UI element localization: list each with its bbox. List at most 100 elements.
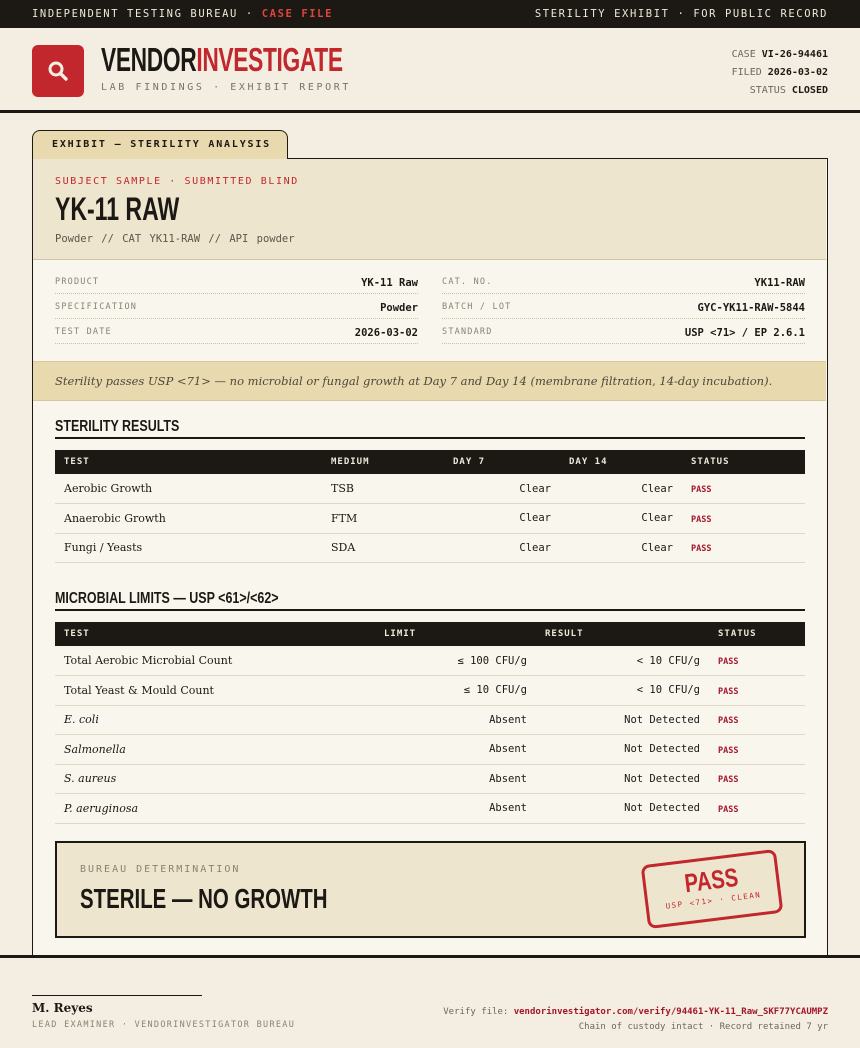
status-badge: PASS bbox=[718, 745, 739, 756]
verify-link[interactable]: vendorinvestigator.com/verify/94461-YK-1… bbox=[514, 1007, 828, 1017]
status-badge: PASS bbox=[718, 657, 739, 667]
filed-date: 2026-03-02 bbox=[767, 67, 828, 78]
table-row: Fungi / Yeasts SDA Clear Clear PASS bbox=[55, 533, 805, 563]
verify-label: Verify file: bbox=[443, 1007, 509, 1017]
summary-banner: Sterility passes USP <71> — no microbial… bbox=[33, 361, 826, 401]
sample-title-text: YK-11 RAW bbox=[55, 191, 180, 227]
sterility-section: STERILITY RESULTS TEST MEDIUM DAY 7 DAY … bbox=[55, 415, 805, 563]
cell-limit: Absent bbox=[375, 793, 536, 824]
cell-day14: Clear bbox=[560, 533, 682, 563]
cell-test: Anaerobic Growth bbox=[55, 503, 322, 534]
spec-key: SPECIFICATION bbox=[55, 302, 138, 312]
cell-test: Fungi / Yeasts bbox=[55, 533, 322, 563]
spec-key: STANDARD bbox=[442, 327, 493, 337]
sterility-title: STERILITY RESULTS bbox=[55, 415, 805, 439]
col-test: TEST bbox=[55, 450, 322, 474]
spec-value: GYC-YK11-RAW-5844 bbox=[697, 302, 805, 314]
exhibit-card: SUBJECT SAMPLE · SUBMITTED BLIND YK-11 R… bbox=[32, 158, 828, 956]
col-status: STATUS bbox=[709, 622, 805, 646]
top-bar-left: INDEPENDENT TESTING BUREAU · CASE FILE bbox=[32, 8, 333, 20]
case-file-label: CASE FILE bbox=[261, 8, 334, 20]
spec-product: PRODUCT YK-11 Raw bbox=[55, 269, 418, 294]
signature-line bbox=[32, 995, 202, 996]
table-row: E. coli Absent Not Detected PASS bbox=[55, 705, 805, 735]
cell-medium: TSB bbox=[322, 474, 444, 504]
case-info: CASE VI-26-94461 FILED 2026-03-02 STATUS… bbox=[732, 46, 828, 100]
cell-limit: Absent bbox=[375, 734, 536, 765]
col-result: RESULT bbox=[536, 622, 709, 646]
subject-panel: SUBJECT SAMPLE · SUBMITTED BLIND YK-11 R… bbox=[33, 159, 826, 260]
col-test: TEST bbox=[55, 622, 375, 646]
cell-limit: Absent bbox=[375, 705, 536, 735]
cell-day14: Clear bbox=[560, 474, 682, 504]
spec-value: USP <71> / EP 2.6.1 bbox=[684, 327, 805, 339]
status-badge: PASS bbox=[691, 514, 712, 525]
sterility-title-text: STERILITY RESULTS bbox=[55, 418, 180, 435]
logo bbox=[32, 45, 84, 97]
cell-test: P. aeruginosa bbox=[55, 793, 375, 824]
col-day14: DAY 14 bbox=[560, 450, 682, 474]
table-row: Anaerobic Growth FTM Clear Clear PASS bbox=[55, 503, 805, 534]
spec-key: TEST DATE bbox=[55, 327, 112, 337]
microbial-title: MICROBIAL LIMITS — USP <61>/<62> bbox=[55, 587, 805, 611]
status-badge: PASS bbox=[718, 716, 739, 727]
filed-label: FILED bbox=[731, 67, 762, 78]
table-row: P. aeruginosa Absent Not Detected PASS bbox=[55, 793, 805, 824]
verify-block: Verify file: vendorinvestigator.com/veri… bbox=[443, 1005, 828, 1035]
spec-key: PRODUCT bbox=[55, 277, 100, 287]
pass-stamp: PASS USP <71> · CLEAN bbox=[640, 848, 784, 930]
case-label: CASE bbox=[731, 49, 756, 60]
col-day7: DAY 7 bbox=[444, 450, 560, 474]
brand-part-1: VENDOR bbox=[101, 41, 197, 78]
bureau-label: INDEPENDENT TESTING BUREAU · bbox=[32, 8, 262, 20]
table-row: S. aureus Absent Not Detected PASS bbox=[55, 764, 805, 794]
case-status: CLOSED bbox=[791, 85, 828, 96]
status-label: STATUS bbox=[749, 85, 786, 96]
sample-meta: Powder // CAT YK11-RAW // API powder bbox=[55, 233, 295, 245]
spec-value: 2026-03-02 bbox=[354, 327, 418, 339]
cell-test: S. aureus bbox=[55, 764, 375, 794]
cell-test: Salmonella bbox=[55, 734, 375, 765]
case-number: VI-26-94461 bbox=[761, 49, 828, 60]
spec-test-date: TEST DATE 2026-03-02 bbox=[55, 319, 418, 344]
cell-day7: Clear bbox=[444, 474, 560, 504]
cell-day14: Clear bbox=[560, 503, 682, 534]
microbial-table: TEST LIMIT RESULT STATUS Total Aerobic M… bbox=[55, 622, 805, 824]
table-header: TEST LIMIT RESULT STATUS bbox=[55, 622, 805, 646]
col-status: STATUS bbox=[682, 450, 805, 474]
spec-cat-no: CAT. NO. YK11-RAW bbox=[442, 269, 805, 294]
status-badge: PASS bbox=[691, 544, 712, 555]
microbial-title-text: MICROBIAL LIMITS — USP <61>/<62> bbox=[55, 590, 279, 607]
spec-value: YK11-RAW bbox=[754, 277, 805, 289]
cell-result: < 10 CFU/g bbox=[536, 646, 709, 676]
signer-name: M. Reyes bbox=[32, 1001, 93, 1015]
magnifier-icon bbox=[48, 61, 68, 81]
spec-key: BATCH / LOT bbox=[442, 302, 512, 312]
verdict-text: STERILE — NO GROWTH bbox=[80, 883, 328, 914]
cell-test: E. coli bbox=[55, 705, 375, 735]
brand-subtitle: LAB FINDINGS · EXHIBIT REPORT bbox=[101, 82, 351, 93]
status-badge: PASS bbox=[718, 775, 739, 786]
cell-medium: SDA bbox=[322, 533, 444, 563]
brand-part-2: INVESTIGATE bbox=[196, 41, 343, 78]
status-badge: PASS bbox=[691, 485, 712, 495]
cell-result: Not Detected bbox=[536, 764, 709, 794]
microbial-section: MICROBIAL LIMITS — USP <61>/<62> TEST LI… bbox=[55, 587, 805, 824]
spec-key: CAT. NO. bbox=[442, 277, 493, 287]
cell-limit: Absent bbox=[375, 764, 536, 794]
subject-kicker: SUBJECT SAMPLE · SUBMITTED BLIND bbox=[55, 176, 299, 187]
custody-note: Chain of custody intact · Record retaine… bbox=[578, 1022, 828, 1032]
exhibit-tab: EXHIBIT — STERILITY ANALYSIS bbox=[32, 130, 288, 159]
determination-verdict: STERILE — NO GROWTH bbox=[80, 879, 419, 919]
table-row: Aerobic Growth TSB Clear Clear PASS bbox=[55, 474, 805, 504]
table-row: Total Yeast & Mould Count ≤ 10 CFU/g < 10 … bbox=[55, 675, 805, 706]
status-badge: PASS bbox=[718, 686, 739, 697]
status-badge: PASS bbox=[718, 804, 739, 815]
table-row: Total Aerobic Microbial Count ≤ 100 CFU/g… bbox=[55, 646, 805, 676]
spec-batch: BATCH / LOT GYC-YK11-RAW-5844 bbox=[442, 294, 805, 319]
cell-medium: FTM bbox=[322, 503, 444, 534]
spec-value: Powder bbox=[380, 302, 418, 314]
spec-standard: STANDARD USP <71> / EP 2.6.1 bbox=[442, 319, 805, 344]
cell-result: Not Detected bbox=[536, 734, 709, 765]
spec-value: YK-11 Raw bbox=[361, 277, 418, 289]
